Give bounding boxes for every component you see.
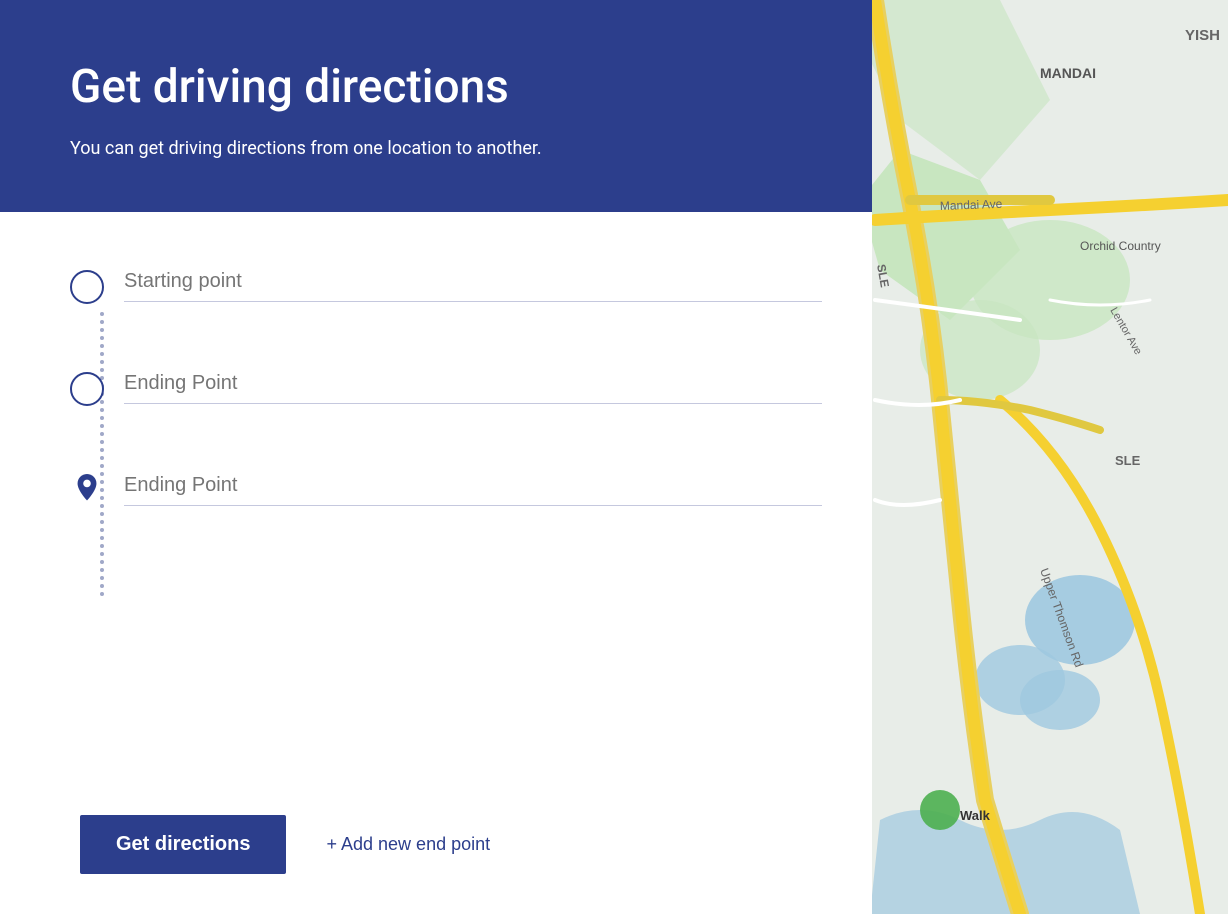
page-subtitle: You can get driving directions from one … — [70, 135, 650, 162]
buttons-row: Get directions + Add new end point — [70, 815, 822, 874]
panel-header: Get driving directions You can get drivi… — [0, 0, 872, 212]
svg-text:Mandai Ave: Mandai Ave — [940, 197, 1003, 213]
ending-point-2-input[interactable] — [124, 466, 822, 506]
starting-point-input[interactable] — [124, 262, 822, 302]
ending-point-1-input-wrap — [124, 364, 822, 404]
svg-text:YISH: YISH — [1185, 27, 1220, 44]
form-fields — [70, 262, 822, 795]
svg-text:MANDAI: MANDAI — [1040, 65, 1096, 81]
ending-point-2-pin-icon — [70, 474, 104, 508]
starting-point-row — [70, 262, 822, 304]
ending-point-1-input[interactable] — [124, 364, 822, 404]
starting-point-icon — [70, 270, 104, 304]
svg-text:Walk: Walk — [960, 808, 991, 823]
ending-point-2-row — [70, 466, 822, 508]
main-panel: Get driving directions You can get drivi… — [0, 0, 872, 914]
starting-point-input-wrap — [124, 262, 822, 302]
svg-text:SLE: SLE — [1115, 453, 1141, 468]
ending-point-1-row — [70, 364, 822, 406]
ending-point-2-input-wrap — [124, 466, 822, 506]
get-directions-button[interactable]: Get directions — [80, 815, 286, 874]
svg-text:Orchid Country: Orchid Country — [1080, 239, 1161, 253]
panel-body: Get directions + Add new end point — [0, 212, 872, 914]
page-title: Get driving directions — [70, 60, 822, 115]
ending-point-1-icon — [70, 372, 104, 406]
add-endpoint-button[interactable]: + Add new end point — [326, 826, 490, 863]
